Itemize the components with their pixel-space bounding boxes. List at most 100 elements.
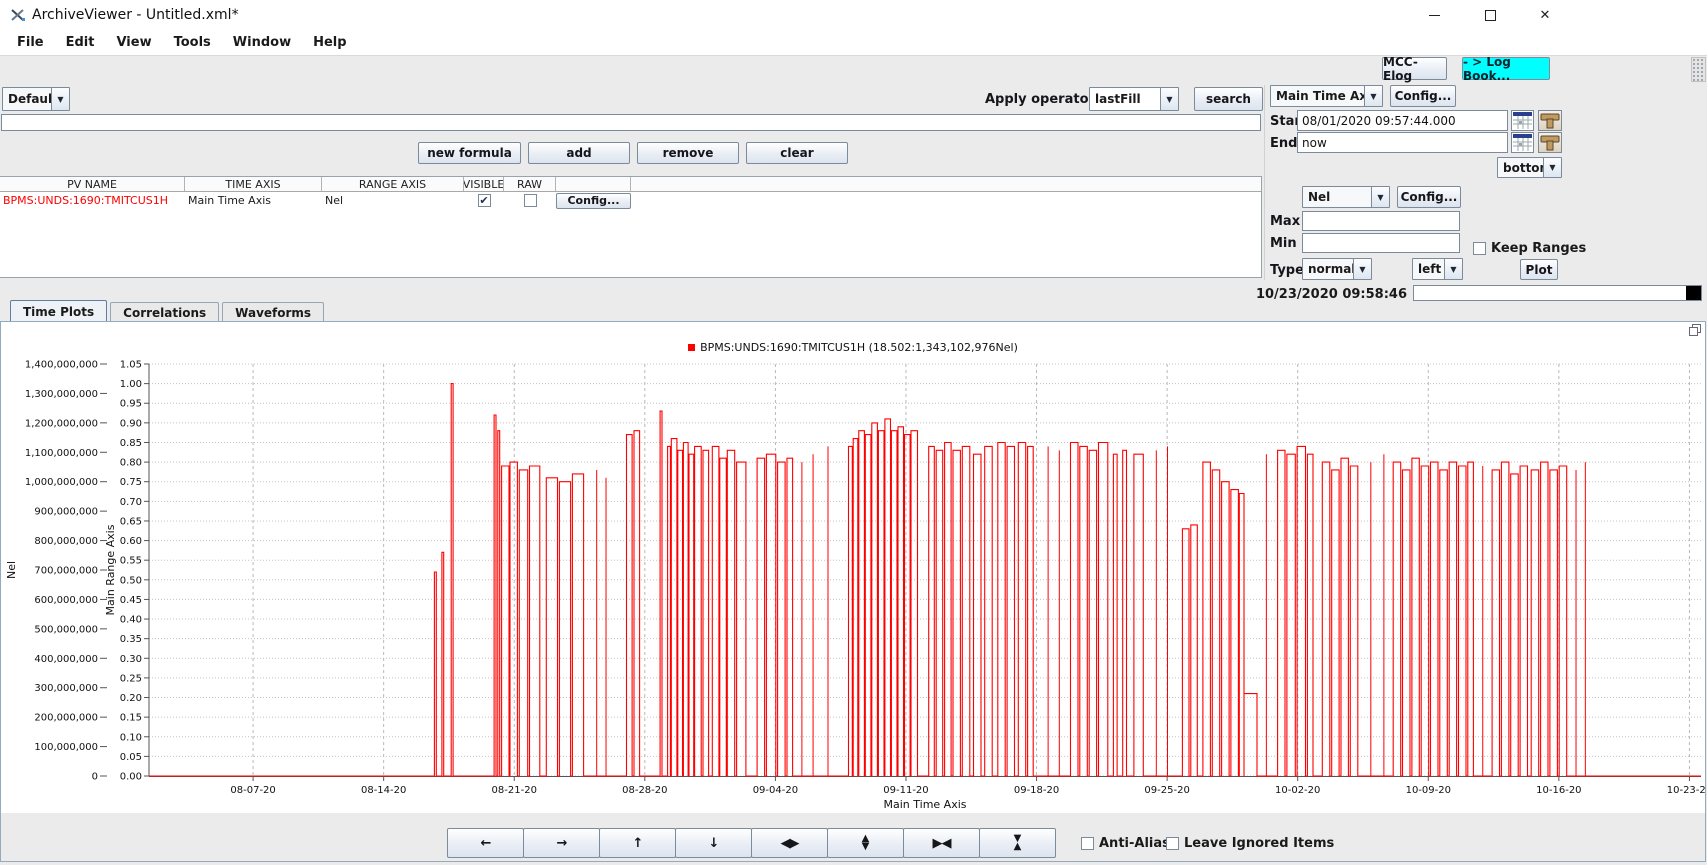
data-trace <box>149 384 1701 776</box>
chevron-down-icon[interactable]: ▼ <box>1444 259 1462 279</box>
svg-text:500,000,000: 500,000,000 <box>34 624 98 635</box>
detach-plot-icon[interactable] <box>1689 324 1702 337</box>
config-cell: Config... <box>556 193 631 209</box>
zoom-out-y-button[interactable]: ▲▼ <box>827 828 904 858</box>
column-header-pv-name[interactable]: PV NAME <box>0 177 185 191</box>
zoom-in-x-button[interactable]: ▶◀ <box>903 828 980 858</box>
mcc-elog-button[interactable]: MCC-Elog <box>1382 57 1447 80</box>
time-axis-combo-value: Main Time Axis <box>1271 86 1364 106</box>
max-input[interactable] <box>1302 211 1460 231</box>
plot-area[interactable]: 0100,000,000200,000,000300,000,000400,00… <box>1 322 1705 813</box>
svg-text:08-07-20: 08-07-20 <box>230 785 275 796</box>
menu-help[interactable]: Help <box>302 30 357 56</box>
min-input[interactable] <box>1302 233 1460 253</box>
operator-combo[interactable]: lastFill ▼ <box>1089 87 1179 111</box>
column-header-visible[interactable]: VISIBLE <box>464 177 504 191</box>
scroll-up-button[interactable]: ↑ <box>599 828 676 858</box>
menu-tools[interactable]: Tools <box>163 30 222 56</box>
svg-text:1,100,000,000: 1,100,000,000 <box>25 448 98 459</box>
search-button[interactable]: search <box>1194 87 1263 111</box>
menu-view[interactable]: View <box>105 30 162 56</box>
remove-button[interactable]: remove <box>637 142 739 164</box>
menu-window[interactable]: Window <box>222 30 302 56</box>
chevron-down-icon[interactable]: ▼ <box>1371 187 1389 207</box>
column-header-range-axis[interactable]: RANGE AXIS <box>322 177 464 191</box>
tab-time-plots[interactable]: Time Plots <box>10 300 107 322</box>
leave-ignored-row: Leave Ignored Items <box>1166 836 1334 851</box>
preset-combo[interactable]: Default ▼ <box>2 87 70 111</box>
menu-file[interactable]: File <box>6 30 55 56</box>
svg-text:800,000,000: 800,000,000 <box>34 536 98 547</box>
new-formula-button[interactable]: new formula <box>418 142 521 164</box>
svg-text:0.20: 0.20 <box>120 693 142 704</box>
plot-button[interactable]: Plot <box>1520 259 1558 280</box>
max-label: Max <box>1270 214 1300 229</box>
scroll-up-icon: ↑ <box>633 836 643 851</box>
svg-text:1,400,000,000: 1,400,000,000 <box>25 360 98 371</box>
svg-text:10-02-20: 10-02-20 <box>1275 785 1320 796</box>
visible-checkbox[interactable]: ✔ <box>478 194 491 207</box>
time-axis-combo[interactable]: Main Time Axis ▼ <box>1270 85 1383 107</box>
svg-text:10-09-20: 10-09-20 <box>1406 785 1451 796</box>
end-calendar-button[interactable] <box>1511 132 1534 153</box>
row-config-button[interactable]: Config... <box>556 193 631 209</box>
type-combo[interactable]: normal ▼ <box>1302 258 1372 280</box>
time-axis-config-button[interactable]: Config... <box>1390 85 1456 107</box>
axis-position-combo[interactable]: bottom ▼ <box>1497 157 1562 178</box>
column-header-time-axis[interactable]: TIME AXIS <box>185 177 322 191</box>
chevron-down-icon[interactable]: ▼ <box>1160 88 1178 110</box>
start-input[interactable] <box>1297 110 1508 131</box>
svg-text:200,000,000: 200,000,000 <box>34 713 98 724</box>
progress-bar-block <box>1686 286 1701 300</box>
zoom-in-y-button[interactable]: ▼▲ <box>979 828 1056 858</box>
log-book-button[interactable]: - > Log Book... <box>1462 57 1550 80</box>
column-header-raw[interactable]: RAW <box>504 177 556 191</box>
add-button[interactable]: add <box>528 142 630 164</box>
leave-ignored-checkbox[interactable] <box>1166 837 1179 850</box>
svg-text:08-21-20: 08-21-20 <box>492 785 537 796</box>
end-input[interactable] <box>1297 132 1508 153</box>
minimize-button[interactable] <box>1411 0 1457 30</box>
scroll-left-button[interactable]: ← <box>447 828 524 858</box>
start-time-button[interactable] <box>1538 110 1562 131</box>
menu-edit[interactable]: Edit <box>55 30 106 56</box>
close-button[interactable]: ✕ <box>1522 0 1568 30</box>
scroll-down-button[interactable]: ↓ <box>675 828 752 858</box>
column-header-config[interactable] <box>556 177 631 191</box>
keep-ranges-checkbox[interactable] <box>1473 242 1486 255</box>
svg-text:100,000,000: 100,000,000 <box>34 742 98 753</box>
anti-alias-checkbox[interactable] <box>1081 837 1094 850</box>
status-datetime: 10/23/2020 09:58:46 <box>1107 287 1407 302</box>
scroll-right-button[interactable]: → <box>523 828 600 858</box>
svg-text:09-04-20: 09-04-20 <box>753 785 798 796</box>
svg-text:0.10: 0.10 <box>120 732 142 743</box>
axis-side-combo[interactable]: left ▼ <box>1412 258 1463 280</box>
chevron-down-icon[interactable]: ▼ <box>1543 158 1561 177</box>
maximize-button[interactable] <box>1467 0 1513 30</box>
svg-text:1.05: 1.05 <box>120 360 142 371</box>
chevron-down-icon[interactable]: ▼ <box>51 88 69 110</box>
svg-text:10-23-20: 10-23-20 <box>1667 785 1705 796</box>
scroll-left-icon: ← <box>481 836 491 851</box>
tab-waveforms[interactable]: Waveforms <box>222 302 324 322</box>
end-time-button[interactable] <box>1538 132 1562 153</box>
chart-panel[interactable]: BPMS:UNDS:1690:TMITCUS1H (18.502:1,343,1… <box>1 322 1705 813</box>
chevron-down-icon[interactable]: ▼ <box>1364 86 1382 106</box>
type-label: Type <box>1270 263 1304 278</box>
zoom-out-x-button[interactable]: ◀▶ <box>751 828 828 858</box>
corner-grip[interactable] <box>1691 57 1706 82</box>
raw-checkbox[interactable] <box>524 194 537 207</box>
clear-button[interactable]: clear <box>746 142 848 164</box>
svg-text:09-11-20: 09-11-20 <box>883 785 928 796</box>
range-axis-combo[interactable]: Nel ▼ <box>1302 186 1390 208</box>
tab-correlations[interactable]: Correlations <box>110 302 219 322</box>
chevron-down-icon[interactable]: ▼ <box>1353 259 1371 279</box>
expression-input[interactable] <box>1 114 1261 131</box>
time-axis-cell: Main Time Axis <box>185 194 322 207</box>
table-row[interactable]: BPMS:UNDS:1690:TMITCUS1HMain Time AxisNe… <box>0 192 1261 209</box>
start-calendar-button[interactable] <box>1511 110 1534 131</box>
zoom-in-x-icon: ▶◀ <box>933 836 951 851</box>
x-gridlines <box>253 364 1689 776</box>
keep-ranges-row: Keep Ranges <box>1473 241 1586 256</box>
range-axis-config-button[interactable]: Config... <box>1397 186 1461 208</box>
